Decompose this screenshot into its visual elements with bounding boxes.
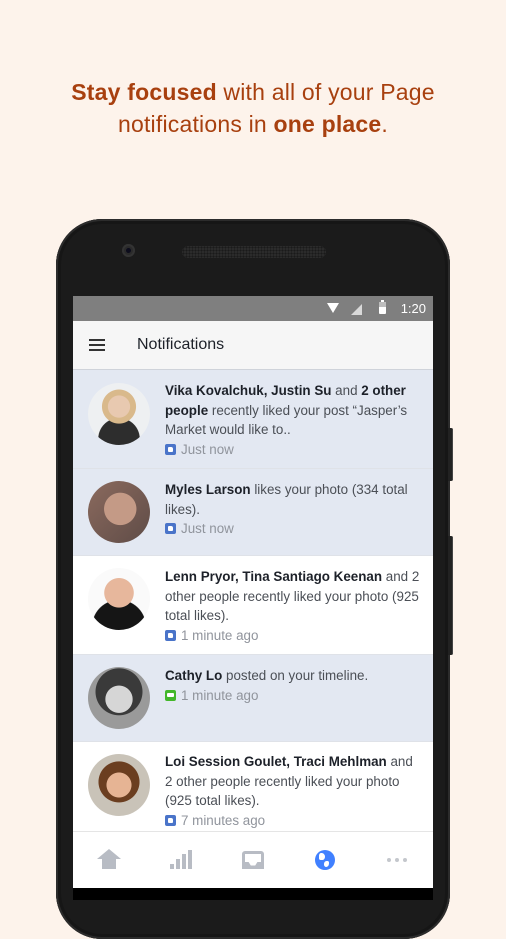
notification-list: Vika Kovalchuk, Justin Su and 2 other pe…	[73, 370, 433, 837]
actor-names: Myles Larson	[165, 482, 251, 497]
text-segment: posted on your timeline.	[222, 668, 369, 683]
avatar	[88, 481, 150, 543]
headline: Stay focused with all of your Page notif…	[0, 76, 506, 140]
timestamp: 7 minutes ago	[181, 812, 266, 828]
home-icon	[97, 849, 121, 869]
notification-text: Vika Kovalchuk, Justin Su and 2 other pe…	[165, 370, 433, 468]
avatar	[88, 568, 150, 630]
timestamp: 1 minute ago	[181, 687, 259, 703]
tab-insights[interactable]	[161, 840, 201, 880]
more-icon	[387, 858, 407, 862]
actor-names: Cathy Lo	[165, 668, 223, 683]
power-button	[448, 428, 453, 481]
text-segment: and	[331, 383, 362, 398]
tab-more[interactable]	[377, 840, 417, 880]
notification-item[interactable]: Cathy Lo posted on your timeline. 1 minu…	[73, 655, 433, 742]
phone-screen: 1:20 Notifications Vika Kovalchuk, Justi…	[73, 296, 433, 900]
notification-item[interactable]: Loi Session Goulet, Traci Mehlman and 2 …	[73, 742, 433, 837]
wifi-icon	[327, 303, 339, 313]
actor-names: Lenn Pryor, Tina Santiago Keenan	[165, 569, 383, 584]
notification-text: Cathy Lo posted on your timeline. 1 minu…	[165, 655, 380, 741]
notification-text: Loi Session Goulet, Traci Mehlman and 2 …	[165, 742, 433, 836]
bottom-tab-bar	[73, 831, 433, 888]
timestamp: Just now	[181, 521, 234, 536]
headline-text-1: with all of your Page	[216, 79, 435, 105]
actor-names: Loi Session Goulet, Traci Mehlman	[165, 754, 387, 769]
notification-meta: 7 minutes ago	[165, 811, 421, 831]
actor-names: Vika Kovalchuk, Justin Su	[165, 383, 332, 398]
battery-icon	[379, 300, 386, 314]
avatar	[88, 667, 150, 729]
like-icon	[165, 814, 176, 826]
notification-meta: 1 minute ago	[165, 686, 368, 706]
like-icon	[165, 629, 176, 641]
timestamp: 1 minute ago	[181, 627, 259, 643]
notification-meta: Just now	[165, 440, 421, 460]
bar-chart-icon	[170, 850, 192, 869]
globe-icon	[315, 850, 335, 870]
notification-meta: Just now	[165, 519, 421, 539]
headline-bold-1: Stay focused	[71, 79, 217, 105]
tab-inbox[interactable]	[233, 840, 273, 880]
notification-text: Myles Larson likes your photo (334 total…	[165, 469, 433, 555]
volume-button	[448, 536, 453, 655]
headline-text-2: notifications in	[117, 111, 274, 137]
headline-text-3: .	[381, 111, 389, 137]
timestamp: Just now	[181, 441, 234, 457]
hamburger-icon[interactable]	[89, 339, 105, 351]
like-icon	[165, 443, 176, 455]
avatar	[88, 754, 150, 816]
status-time: 1:20	[400, 301, 426, 316]
page-title: Notifications	[137, 336, 225, 353]
front-camera	[122, 244, 135, 257]
notification-text: Lenn Pryor, Tina Santiago Keenan and 2 o…	[165, 556, 433, 654]
nav-bar-edge	[73, 888, 433, 900]
tab-notifications[interactable]	[305, 840, 345, 880]
status-bar: 1:20	[73, 296, 433, 321]
avatar	[88, 383, 150, 445]
inbox-icon	[242, 851, 264, 869]
signal-icon	[351, 304, 362, 315]
headline-bold-2: one place	[273, 111, 382, 137]
notification-item[interactable]: Vika Kovalchuk, Justin Su and 2 other pe…	[73, 370, 433, 469]
notification-item[interactable]: Lenn Pryor, Tina Santiago Keenan and 2 o…	[73, 556, 433, 655]
speaker-grille	[182, 246, 326, 258]
comment-icon	[165, 689, 176, 701]
notification-item[interactable]: Myles Larson likes your photo (334 total…	[73, 469, 433, 556]
tab-home[interactable]	[89, 840, 129, 880]
like-icon	[165, 523, 176, 535]
notification-meta: 1 minute ago	[165, 626, 421, 646]
app-bar: Notifications	[73, 321, 433, 370]
